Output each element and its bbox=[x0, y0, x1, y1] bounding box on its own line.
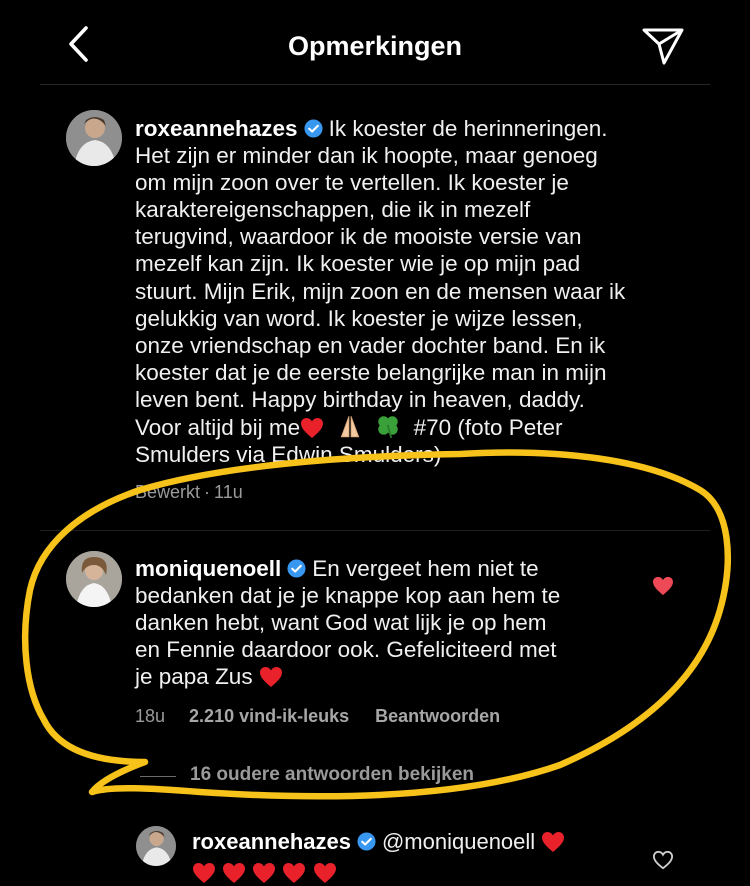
caption-line: om mijn zoon over te vertellen. Ik koest… bbox=[135, 170, 569, 196]
comment-meta: 18u 2.210 vind-ik-leuks Beantwoorden bbox=[135, 706, 526, 727]
comment-line: danken hebt, want God wat lijk je op hem bbox=[135, 610, 547, 636]
caption-line: leven bent. Happy birthday in heaven, da… bbox=[135, 386, 585, 412]
caption-line: Voor altijd bij me bbox=[135, 415, 301, 441]
red-heart-emoji-icon bbox=[223, 863, 246, 884]
caption-line: onze vriendschap en vader dochter band. … bbox=[135, 332, 606, 358]
like-heart-outline-icon[interactable] bbox=[652, 850, 674, 870]
edited-label: Bewerkt bbox=[135, 482, 201, 502]
caption-line: Het zijn er minder dan ik hoopte, maar g… bbox=[135, 143, 598, 169]
comment-body: moniquenoell En vergeet hem niet te bedan… bbox=[135, 555, 635, 690]
header-divider bbox=[40, 84, 710, 85]
view-older-replies-link[interactable]: 16 oudere antwoorden bekijken bbox=[190, 764, 474, 786]
header-bar: Opmerkingen bbox=[0, 0, 750, 84]
reply-mention[interactable]: @moniquenoell bbox=[382, 829, 535, 854]
likes-count-link[interactable]: 2.210 vind-ik-leuks bbox=[189, 706, 349, 726]
red-heart-emoji-icon bbox=[313, 863, 336, 884]
direct-send-icon[interactable] bbox=[640, 26, 686, 66]
caption-line: #70 (foto Peter bbox=[413, 415, 563, 441]
post-author-avatar[interactable] bbox=[66, 110, 122, 166]
comment-author-username[interactable]: moniquenoell bbox=[135, 556, 281, 581]
red-heart-emoji-icon bbox=[301, 418, 324, 439]
caption-line: gelukkig van word. Ik koester je wijze l… bbox=[135, 305, 583, 331]
like-heart-filled-icon[interactable] bbox=[652, 576, 674, 596]
red-heart-emoji-icon bbox=[253, 863, 276, 884]
caption-line: stuurt. Mijn Erik, mijn zoon en de mense… bbox=[135, 278, 626, 304]
four-leaf-clover-emoji-icon bbox=[378, 416, 398, 439]
comment-line: bedanken dat je je knappe kop aan hem te bbox=[135, 583, 561, 609]
reply-body: roxeannehazes @moniquenoell bbox=[192, 828, 642, 886]
page-title: Opmerkingen bbox=[287, 31, 463, 61]
post-meta: Bewerkt · 11u bbox=[135, 482, 269, 503]
comment-time: 18u bbox=[135, 706, 166, 726]
caption-line: Smulders via Edwin Smulders) bbox=[135, 442, 442, 468]
meta-dot: · bbox=[204, 482, 211, 502]
reply-author-username[interactable]: roxeannehazes bbox=[192, 829, 351, 854]
comment-line: en Fennie daardoor ook. Gefeliciteerd me… bbox=[135, 637, 557, 663]
comment-author-avatar[interactable] bbox=[66, 551, 122, 607]
post-time: 11u bbox=[214, 482, 243, 502]
post-caption: roxeannehazes Ik koester de herinneringen… bbox=[135, 115, 695, 468]
verified-badge-icon bbox=[357, 832, 376, 851]
caption-line: terugvind, waardoor ik de mooiste versie… bbox=[135, 224, 582, 250]
verified-badge-icon bbox=[304, 119, 323, 138]
red-heart-emoji-icon bbox=[259, 667, 282, 688]
caption-line: karaktereigenschappen, die ik in mezelf bbox=[135, 197, 531, 223]
reply-button[interactable]: Beantwoorden bbox=[375, 706, 500, 726]
comment-line: je papa Zus bbox=[135, 664, 253, 690]
verified-badge-icon bbox=[287, 559, 306, 578]
comment-line: En vergeet hem niet te bbox=[312, 556, 539, 581]
replies-separator-line bbox=[140, 776, 176, 777]
caption-line: mezelf kan zijn. Ik koester wie je op mi… bbox=[135, 251, 581, 277]
red-heart-emoji-icon bbox=[542, 832, 565, 852]
red-heart-emoji-icon bbox=[283, 863, 306, 884]
caption-line: koester dat je de eerste belangrijke man… bbox=[135, 359, 607, 385]
caption-line: Ik koester de herinneringen. bbox=[328, 116, 608, 141]
folded-hands-emoji-icon bbox=[340, 416, 359, 438]
comment-divider bbox=[40, 530, 710, 531]
post-author-username[interactable]: roxeannehazes bbox=[135, 116, 298, 141]
reply-author-avatar[interactable] bbox=[136, 826, 176, 866]
red-heart-emoji-icon bbox=[193, 863, 215, 884]
